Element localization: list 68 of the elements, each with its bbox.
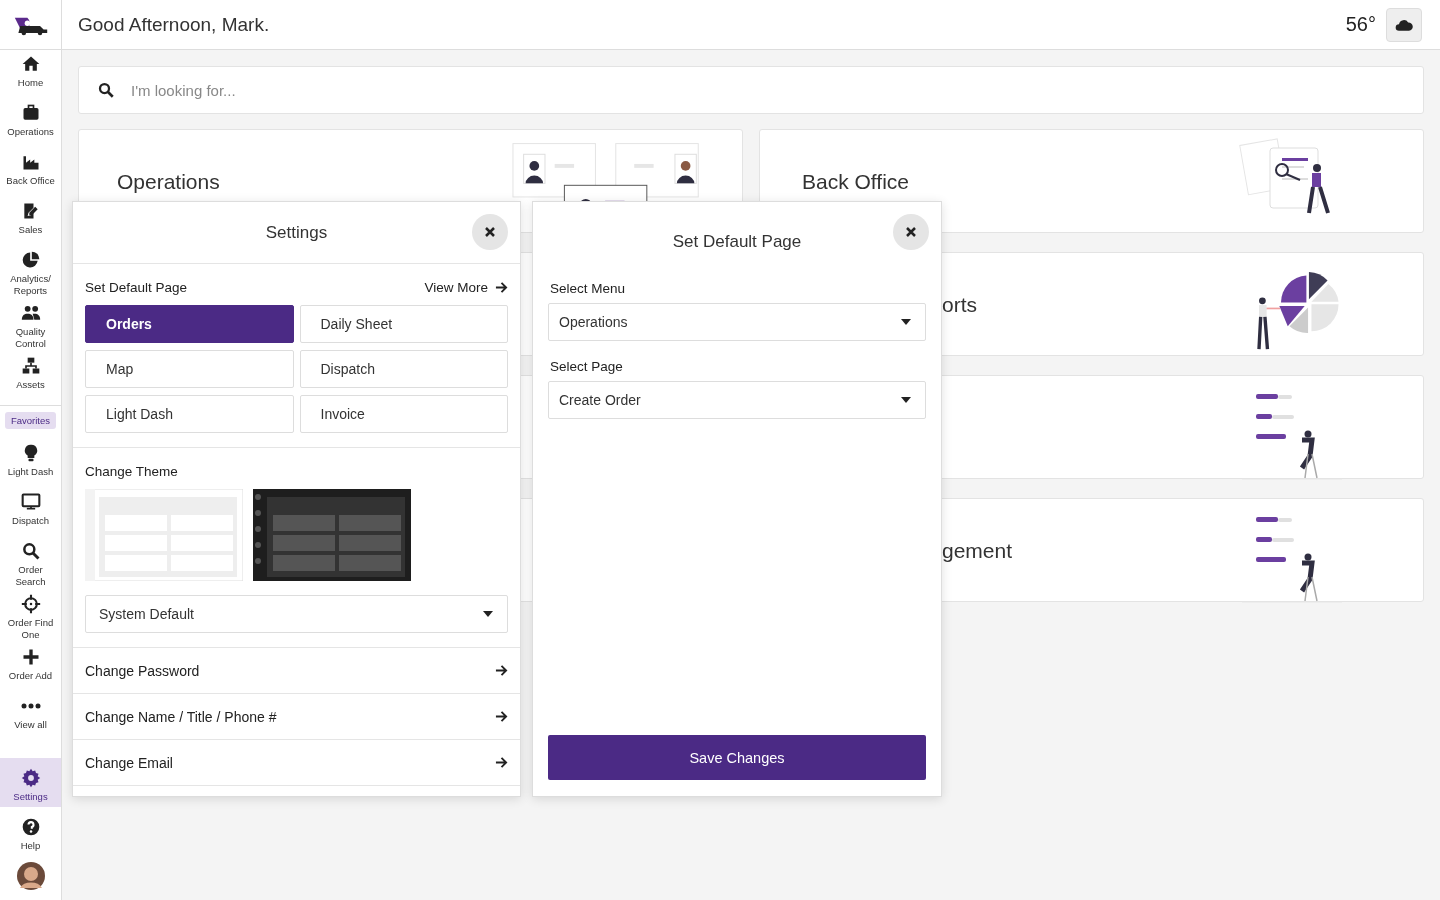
help-icon xyxy=(20,817,41,837)
search-icon xyxy=(20,541,41,561)
field-label: Select Page xyxy=(550,359,624,374)
card[interactable]: Back Office xyxy=(759,129,1424,233)
theme-dropdown[interactable]: System Default xyxy=(85,595,508,633)
sidebar-item[interactable]: Analytics/ Reports xyxy=(0,246,61,299)
search-bar[interactable]: I'm looking for... xyxy=(78,66,1424,114)
temperature: 56° xyxy=(1345,13,1376,36)
section-label: Change Theme xyxy=(85,464,179,479)
select-dropdown[interactable]: Operations xyxy=(548,303,926,341)
section-label: Set Default Page xyxy=(85,280,188,295)
view-more-link[interactable]: View More xyxy=(424,280,508,295)
close-icon xyxy=(484,226,496,238)
avatar[interactable] xyxy=(16,862,45,890)
panel-title: Set Default Page xyxy=(672,231,802,252)
search-icon xyxy=(97,81,115,99)
card-title: Operations xyxy=(117,169,220,194)
settings-link[interactable]: Change Name / Title / Phone # xyxy=(73,694,520,740)
sidebar-item[interactable]: Sales xyxy=(0,197,61,246)
weather-button[interactable] xyxy=(1386,7,1422,42)
home-icon xyxy=(20,54,41,74)
sidebar-item[interactable]: Light Dash xyxy=(0,439,61,488)
sidebar-item[interactable]: Order Add xyxy=(0,643,61,692)
network-icon xyxy=(20,356,41,376)
crosshair-icon xyxy=(20,594,41,614)
page-option[interactable]: Invoice xyxy=(299,395,508,433)
card-title: Back Office xyxy=(802,169,909,194)
sidebar-item[interactable]: Help xyxy=(0,807,61,856)
sidebar-item[interactable]: Back Office xyxy=(0,148,61,197)
caret-icon xyxy=(901,319,911,325)
sidebar-item[interactable]: View all xyxy=(0,692,61,741)
caret-icon xyxy=(901,397,911,403)
monitor-icon xyxy=(20,492,41,512)
select-dropdown[interactable]: Create Order xyxy=(548,381,926,419)
page-option[interactable]: Light Dash xyxy=(85,395,294,433)
greeting: Good Afternoon, Mark. xyxy=(78,13,271,36)
arrow-right-icon xyxy=(495,710,508,723)
users-icon xyxy=(20,303,41,323)
sidebar-item[interactable]: Assets xyxy=(0,352,61,401)
page-option[interactable]: Daily Sheet xyxy=(299,305,508,343)
page-option[interactable]: Dispatch xyxy=(299,350,508,388)
sidebar-item[interactable]: Quality Control xyxy=(0,299,61,352)
more-icon xyxy=(20,703,41,709)
arrow-right-icon xyxy=(495,756,508,769)
close-icon xyxy=(905,226,917,238)
sidebar-item[interactable]: Operations xyxy=(0,99,61,148)
arrow-right-icon xyxy=(495,281,508,294)
sidebar-item[interactable]: Order Search xyxy=(0,537,61,590)
sidebar-item[interactable]: Home xyxy=(0,50,61,99)
settings-link[interactable]: Change Email xyxy=(73,740,520,786)
field-label: Select Menu xyxy=(550,281,627,296)
sidebar-item[interactable]: Order Find One xyxy=(0,590,61,643)
arrow-right-icon xyxy=(495,664,508,677)
close-button[interactable] xyxy=(472,214,508,250)
favorites-label: Favorites xyxy=(4,412,57,429)
close-button[interactable] xyxy=(893,214,929,250)
sidebar-item[interactable]: Dispatch xyxy=(0,488,61,537)
save-button[interactable]: Save Changes xyxy=(548,735,926,780)
settings-link[interactable]: Change Password xyxy=(73,648,520,694)
pie-chart-icon xyxy=(20,250,41,270)
search-field[interactable]: I'm looking for... xyxy=(129,80,1405,100)
page-option[interactable]: Map xyxy=(85,350,294,388)
sidebar-item[interactable]: Settings xyxy=(0,758,61,807)
page-option[interactable]: Orders xyxy=(85,305,294,343)
caret-icon xyxy=(483,611,493,617)
card-title: orts xyxy=(942,292,977,317)
settings-icon xyxy=(20,768,41,788)
card-title: gement xyxy=(942,538,1013,563)
